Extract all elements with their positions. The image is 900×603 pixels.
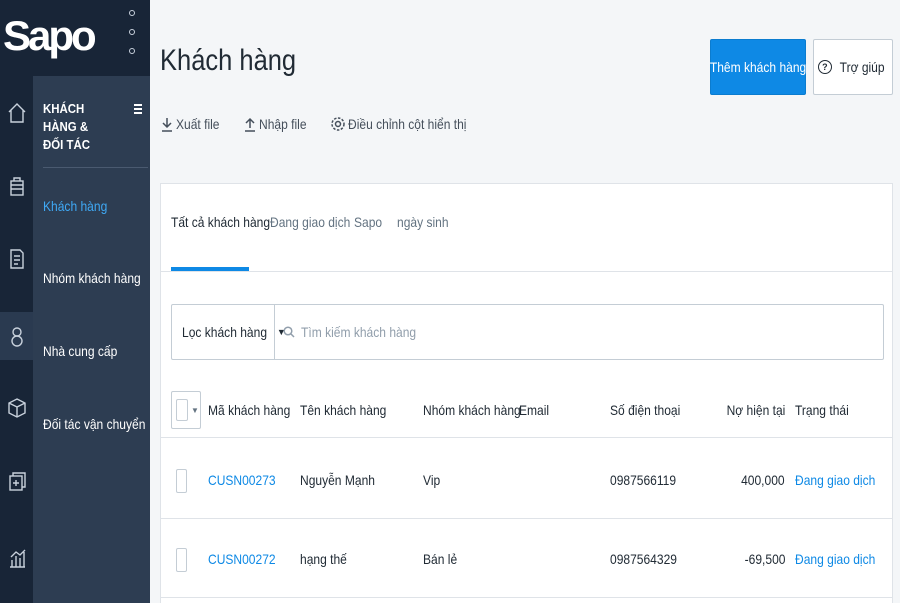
action-bar: Xuất file Nhập file Điều chỉnh cột hiển …	[160, 113, 502, 135]
column-header-status[interactable]: Trạng thái	[795, 402, 849, 418]
tab-sapo[interactable]: Sapo	[354, 214, 382, 230]
sidebar-item-shipping-partners[interactable]: Đối tác vận chuyển	[43, 416, 145, 432]
menu-icon[interactable]	[134, 104, 142, 114]
customer-status: Đang giao dịch	[795, 472, 876, 488]
sidebar-item-suppliers[interactable]: Nhà cung cấp	[43, 343, 117, 359]
search-box	[275, 305, 883, 359]
upload-icon	[244, 117, 255, 132]
sidebar-item-customers[interactable]: Khách hàng	[43, 198, 107, 214]
sapo-logo[interactable]: Sapo	[3, 8, 97, 64]
inventory-icon[interactable]	[0, 461, 33, 501]
table-header: ▼ Mã khách hàng Tên khách hàng Nhóm khác…	[161, 384, 892, 438]
column-header-code[interactable]: Mã khách hàng	[208, 402, 290, 418]
question-icon: ?	[817, 60, 832, 74]
column-header-name[interactable]: Tên khách hàng	[300, 402, 386, 418]
help-label: Trợ giúp	[839, 59, 885, 75]
customer-debt: 400,000	[741, 472, 785, 488]
customer-group: Vip	[423, 472, 441, 488]
more-vertical-icon[interactable]	[127, 10, 137, 54]
reports-icon[interactable]	[0, 538, 33, 578]
customers-icon[interactable]	[0, 312, 33, 360]
customer-debt: -69,500	[744, 551, 785, 567]
export-label: Xuất file	[176, 116, 220, 132]
customer-phone: 0987564329	[610, 551, 677, 567]
adjust-columns-button[interactable]: Điều chỉnh cột hiển thị	[330, 116, 486, 132]
gear-icon	[331, 117, 345, 131]
filter-row: Lọc khách hàng ▼	[171, 304, 884, 360]
export-file-button[interactable]: Xuất file	[160, 116, 227, 132]
row-checkbox[interactable]	[176, 548, 187, 572]
filter-label: Lọc khách hàng	[182, 324, 268, 340]
column-header-group[interactable]: Nhóm khách hàng	[423, 402, 521, 418]
customer-code-link[interactable]: CUSN00272	[208, 551, 276, 567]
tab-trading[interactable]: Đang giao dịch	[270, 214, 350, 230]
column-header-phone[interactable]: Số điện thoại	[610, 402, 680, 418]
tab-bar: Tất cả khách hàng Đang giao dịch Sapo ng…	[161, 184, 892, 272]
icon-rail	[0, 76, 33, 603]
search-icon	[283, 326, 295, 338]
import-file-button[interactable]: Nhập file	[243, 116, 314, 132]
customer-status: Đang giao dịch	[795, 551, 876, 567]
add-customer-label: Thêm khách hàng	[709, 59, 807, 75]
customers-card: Tất cả khách hàng Đang giao dịch Sapo ng…	[160, 183, 893, 603]
divider	[43, 167, 148, 168]
search-input[interactable]	[301, 324, 783, 340]
customer-code-link[interactable]: CUSN00273	[208, 472, 276, 488]
tab-all-customers[interactable]: Tất cả khách hàng	[171, 214, 270, 230]
orders-icon[interactable]	[0, 239, 33, 279]
download-icon	[162, 118, 172, 132]
box-icon[interactable]	[0, 388, 33, 428]
table-row[interactable]: CUSN00273 Nguyễn Mạnh Vip 0987566119 400…	[161, 439, 892, 519]
submenu-heading: KHÁCH HÀNG & ĐỐI TÁC	[43, 101, 91, 152]
sidebar-item-customer-groups[interactable]: Nhóm khách hàng	[43, 270, 141, 286]
select-all-checkbox[interactable]: ▼	[171, 391, 201, 429]
customer-phone: 0987566119	[610, 472, 677, 488]
checkbox	[176, 399, 188, 421]
active-tab-indicator	[171, 267, 249, 271]
caret-down-icon: ▼	[191, 405, 199, 415]
help-button[interactable]: ? Trợ giúp	[813, 39, 893, 95]
import-label: Nhập file	[258, 116, 307, 132]
row-checkbox[interactable]	[176, 469, 187, 493]
adjust-columns-label: Điều chỉnh cột hiển thị	[347, 116, 467, 132]
customer-name: hạng thế	[300, 551, 347, 567]
page-title: Khách hàng	[160, 44, 297, 77]
home-icon[interactable]	[0, 93, 33, 133]
customer-group: Bán lẻ	[423, 551, 458, 567]
add-customer-button[interactable]: Thêm khách hàng	[710, 39, 806, 95]
table-row[interactable]: CUSN00272 hạng thế Bán lẻ 0987564329 -69…	[161, 518, 892, 598]
products-icon[interactable]	[0, 166, 33, 206]
column-header-email[interactable]: Email	[519, 402, 549, 418]
tab-birthday[interactable]: ngày sinh	[397, 214, 449, 230]
submenu-panel: KHÁCH HÀNG & ĐỐI TÁC Khách hàng Nhóm khá…	[33, 76, 150, 603]
column-header-debt[interactable]: Nợ hiện tại	[726, 402, 785, 418]
logo-area: Sapo	[0, 0, 150, 76]
customer-name: Nguyễn Mạnh	[300, 472, 375, 488]
filter-customers-button[interactable]: Lọc khách hàng ▼	[172, 305, 286, 359]
